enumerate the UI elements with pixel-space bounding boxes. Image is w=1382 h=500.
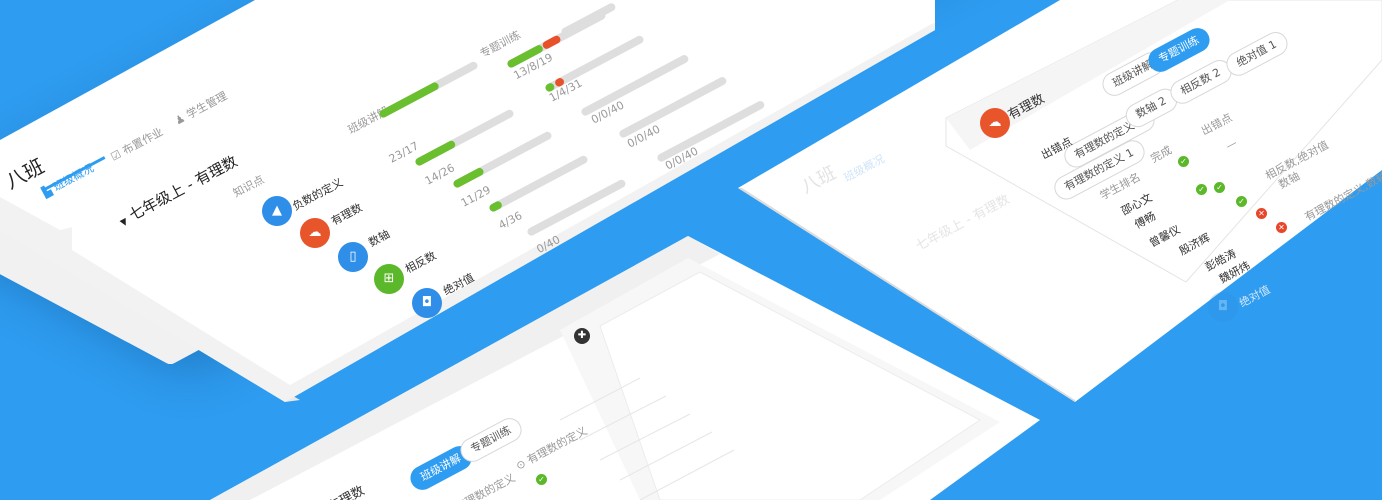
stage: 八班 ▙ 班级概况 ☑ 布置作业 ♟ 学生管理 ▼ 七年级上 - 有理数 知识点… [0, 0, 1382, 500]
bottom-list-lines [559, 377, 735, 500]
